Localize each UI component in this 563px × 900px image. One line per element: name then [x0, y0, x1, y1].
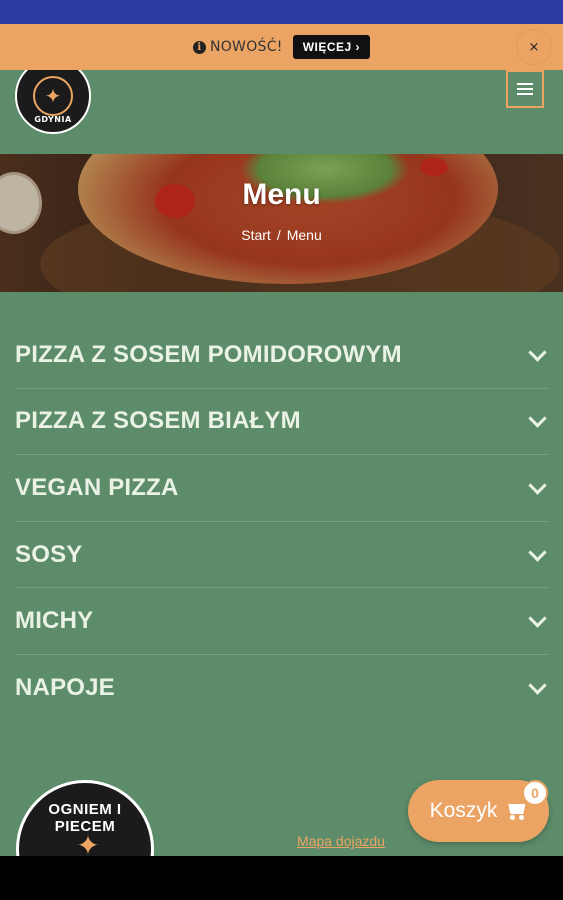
category-accordion-item[interactable]: SOSY — [15, 522, 548, 589]
chevron-down-icon — [526, 344, 548, 366]
system-status-bar — [0, 0, 563, 24]
category-accordion-item[interactable]: MICHY — [15, 588, 548, 655]
system-navigation-bar — [0, 856, 563, 900]
cart-count-badge: 0 — [522, 780, 548, 806]
category-accordion-item[interactable]: PIZZA Z SOSEM POMIDOROWYM — [15, 322, 548, 389]
breadcrumb-home-link[interactable]: Start — [241, 227, 271, 243]
chevron-down-icon — [526, 477, 548, 499]
site-header: ✦ GDYNIA — [0, 70, 563, 154]
breadcrumb-separator: / — [276, 227, 281, 243]
more-button[interactable]: WIĘCEJ › — [292, 35, 371, 59]
hamburger-icon-line — [517, 93, 533, 95]
shopping-cart-icon — [505, 802, 527, 820]
close-notice-button[interactable]: × — [517, 30, 551, 64]
promo-notice-bar: i NOWOŚĆ! WIĘCEJ › × — [0, 24, 563, 70]
chevron-down-icon — [526, 610, 548, 632]
page-title: Menu — [242, 178, 321, 211]
chevron-down-icon — [526, 677, 548, 699]
breadcrumb: Start / Menu — [0, 227, 563, 243]
category-label: PIZZA Z SOSEM POMIDOROWYM — [15, 340, 402, 368]
menu-category-list: PIZZA Z SOSEM POMIDOROWYM PIZZA Z SOSEM … — [15, 322, 548, 722]
category-label: MICHY — [15, 607, 94, 635]
footer-logo: OGNIEM I PIECEM ✦ — [16, 780, 154, 856]
breadcrumb-current: Menu — [286, 227, 322, 243]
cart-label: Koszyk — [429, 799, 498, 822]
hamburger-icon-line — [517, 83, 533, 85]
logo-text: GDYNIA — [34, 115, 72, 124]
notice-info: i NOWOŚĆ! — [192, 39, 283, 55]
close-icon: × — [528, 39, 540, 55]
hamburger-menu-button[interactable] — [506, 70, 544, 108]
category-label: SOSY — [15, 540, 83, 568]
site-logo[interactable]: ✦ GDYNIA — [15, 70, 91, 134]
category-label: PIZZA Z SOSEM BIAŁYM — [15, 407, 301, 435]
info-icon: i — [192, 40, 206, 54]
notice-text: NOWOŚĆ! — [209, 39, 283, 55]
category-accordion-item[interactable]: PIZZA Z SOSEM BIAŁYM — [15, 389, 548, 456]
hero-banner: Menu Start / Menu — [0, 154, 563, 292]
page-content: ✦ GDYNIA Menu Start / Menu PIZZA Z SOSEM P… — [0, 70, 563, 856]
hero-overlay — [0, 154, 563, 292]
category-accordion-item[interactable]: NAPOJE — [15, 655, 548, 722]
dragon-emblem-icon: ✦ — [76, 829, 100, 856]
category-accordion-item[interactable]: VEGAN PIZZA — [15, 455, 548, 522]
category-label: NAPOJE — [15, 674, 115, 702]
map-directions-link[interactable]: Mapa dojazdu — [297, 833, 385, 849]
dragon-emblem-icon: ✦ — [33, 76, 73, 116]
chevron-down-icon — [526, 544, 548, 566]
chevron-down-icon — [526, 410, 548, 432]
hamburger-icon-line — [517, 88, 533, 90]
category-label: VEGAN PIZZA — [15, 473, 179, 501]
